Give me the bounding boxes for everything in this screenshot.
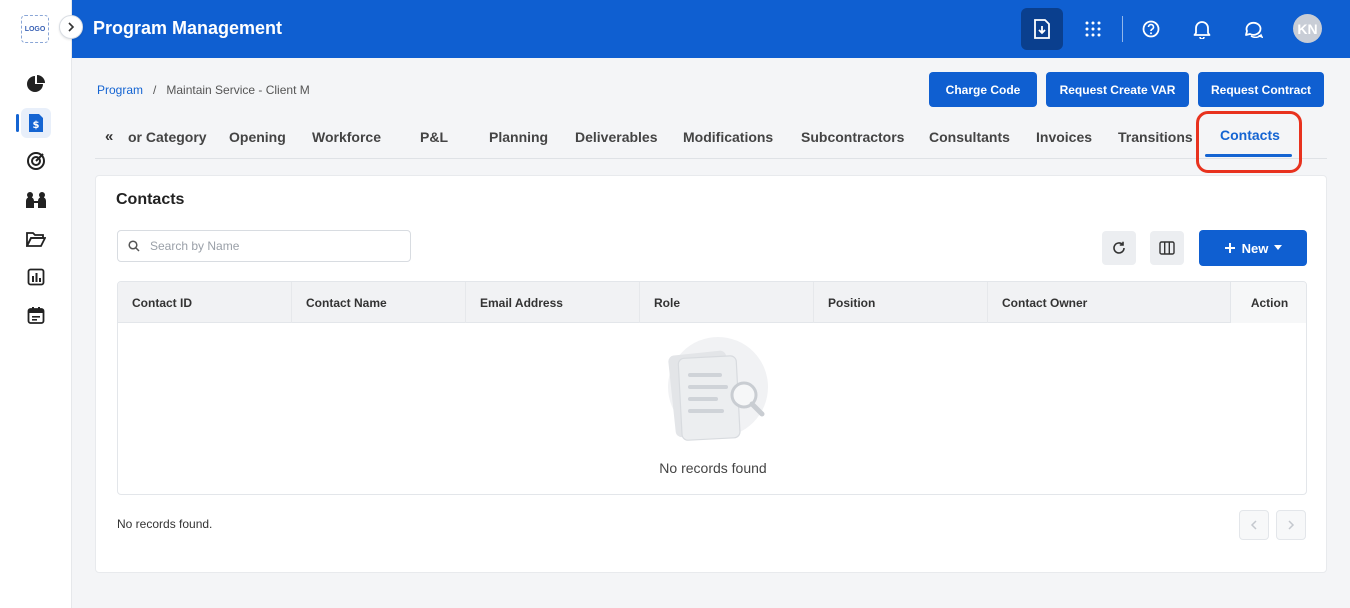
- notifications-button[interactable]: [1181, 8, 1223, 50]
- team-icon: [26, 192, 46, 208]
- sidebar-item-goals[interactable]: [21, 146, 51, 176]
- columns-icon: [1159, 241, 1175, 255]
- empty-state: No records found: [118, 323, 1306, 494]
- sidebar-item-finance[interactable]: $: [21, 108, 51, 138]
- bell-icon: [1193, 21, 1211, 39]
- prev-page-button[interactable]: [1239, 510, 1269, 540]
- column-contact-id[interactable]: Contact ID: [118, 282, 292, 323]
- svg-text:$: $: [33, 120, 40, 131]
- breadcrumb: Program / Maintain Service - Client M: [97, 83, 310, 97]
- chat-button[interactable]: [1232, 8, 1274, 50]
- sidebar-item-team[interactable]: [21, 185, 51, 215]
- sidebar-item-files[interactable]: [21, 224, 51, 254]
- refresh-icon: [1113, 241, 1125, 254]
- plus-icon: [1224, 243, 1235, 253]
- tab-consultants[interactable]: Consultants: [929, 129, 1010, 145]
- pie-chart-icon: [27, 75, 45, 92]
- records-status: No records found.: [117, 517, 213, 531]
- search-input[interactable]: [150, 239, 390, 253]
- empty-state-message: No records found: [659, 460, 767, 476]
- column-contact-name[interactable]: Contact Name: [292, 282, 466, 323]
- column-role[interactable]: Role: [640, 282, 814, 323]
- request-create-var-button[interactable]: Request Create VAR: [1046, 72, 1189, 107]
- tab-bar: « or Category Opening Workforce P&L Plan…: [95, 114, 1327, 159]
- tab-modifications[interactable]: Modifications: [683, 129, 773, 145]
- sidebar-expand-button[interactable]: [59, 15, 83, 39]
- contacts-panel: Contacts New Contact ID Contact Name: [95, 175, 1327, 573]
- new-button-label: New: [1241, 240, 1269, 256]
- apps-grid-icon: [1085, 21, 1101, 37]
- chevron-left-icon: [1250, 520, 1257, 530]
- app-title: Program Management: [93, 18, 283, 38]
- tab-invoices[interactable]: Invoices: [1036, 129, 1092, 145]
- help-icon: [1142, 20, 1160, 38]
- search-icon: [128, 240, 140, 252]
- sidebar-item-reports[interactable]: [21, 262, 51, 292]
- tab-subcontractors[interactable]: Subcontractors: [801, 129, 904, 145]
- sidebar-item-dashboard[interactable]: [21, 69, 51, 99]
- breadcrumb-separator: /: [153, 83, 157, 97]
- help-button[interactable]: [1130, 8, 1172, 50]
- breadcrumb-current: Maintain Service - Client M: [166, 83, 310, 97]
- chevron-right-icon: [1288, 520, 1295, 530]
- breadcrumb-root-link[interactable]: Program: [97, 83, 143, 97]
- no-records-illustration: [668, 337, 768, 441]
- calendar-icon: [27, 307, 45, 324]
- request-contract-button[interactable]: Request Contract: [1198, 72, 1324, 107]
- bar-report-icon: [27, 268, 45, 286]
- next-page-button[interactable]: [1276, 510, 1306, 540]
- download-doc-icon: [1034, 19, 1050, 39]
- active-nav-marker: [16, 114, 19, 132]
- target-icon: [27, 152, 45, 170]
- tab-workforce[interactable]: Workforce: [312, 129, 381, 145]
- column-email-address[interactable]: Email Address: [466, 282, 640, 323]
- sidebar-item-calendar[interactable]: [21, 300, 51, 330]
- tab-opening[interactable]: Opening: [229, 129, 286, 145]
- column-action: Action: [1230, 282, 1306, 323]
- top-bar: Program Management KN: [72, 0, 1350, 58]
- refresh-button[interactable]: [1102, 231, 1136, 265]
- user-avatar[interactable]: KN: [1293, 14, 1322, 43]
- contacts-table: Contact ID Contact Name Email Address Ro…: [117, 281, 1307, 495]
- columns-button[interactable]: [1150, 231, 1184, 265]
- new-button[interactable]: New: [1199, 230, 1307, 266]
- tab-pl[interactable]: P&L: [420, 129, 448, 145]
- tab-deliverables[interactable]: Deliverables: [575, 129, 658, 145]
- tab-planning[interactable]: Planning: [489, 129, 548, 145]
- download-button[interactable]: [1021, 8, 1063, 50]
- dollar-document-icon: $: [29, 114, 43, 132]
- column-contact-owner[interactable]: Contact Owner: [988, 282, 1230, 323]
- charge-code-button[interactable]: Charge Code: [929, 72, 1037, 107]
- contacts-tab-highlight: [1196, 111, 1302, 173]
- chat-icon: [1245, 21, 1263, 38]
- column-position[interactable]: Position: [814, 282, 988, 323]
- app-logo: LOGO: [21, 15, 49, 43]
- search-box: [117, 230, 411, 262]
- header-separator: [1122, 16, 1123, 42]
- table-header: Contact ID Contact Name Email Address Ro…: [118, 282, 1306, 323]
- caret-down-icon: [1274, 245, 1283, 250]
- tab-transitions[interactable]: Transitions: [1118, 129, 1193, 145]
- panel-title: Contacts: [116, 191, 185, 208]
- tab-labor-category[interactable]: or Category: [128, 129, 207, 145]
- left-sidebar: LOGO $: [0, 0, 72, 608]
- tab-scroll-left-button[interactable]: «: [105, 128, 113, 145]
- apps-button[interactable]: [1072, 8, 1114, 50]
- folder-open-icon: [26, 232, 46, 247]
- chevron-right-icon: [68, 22, 75, 32]
